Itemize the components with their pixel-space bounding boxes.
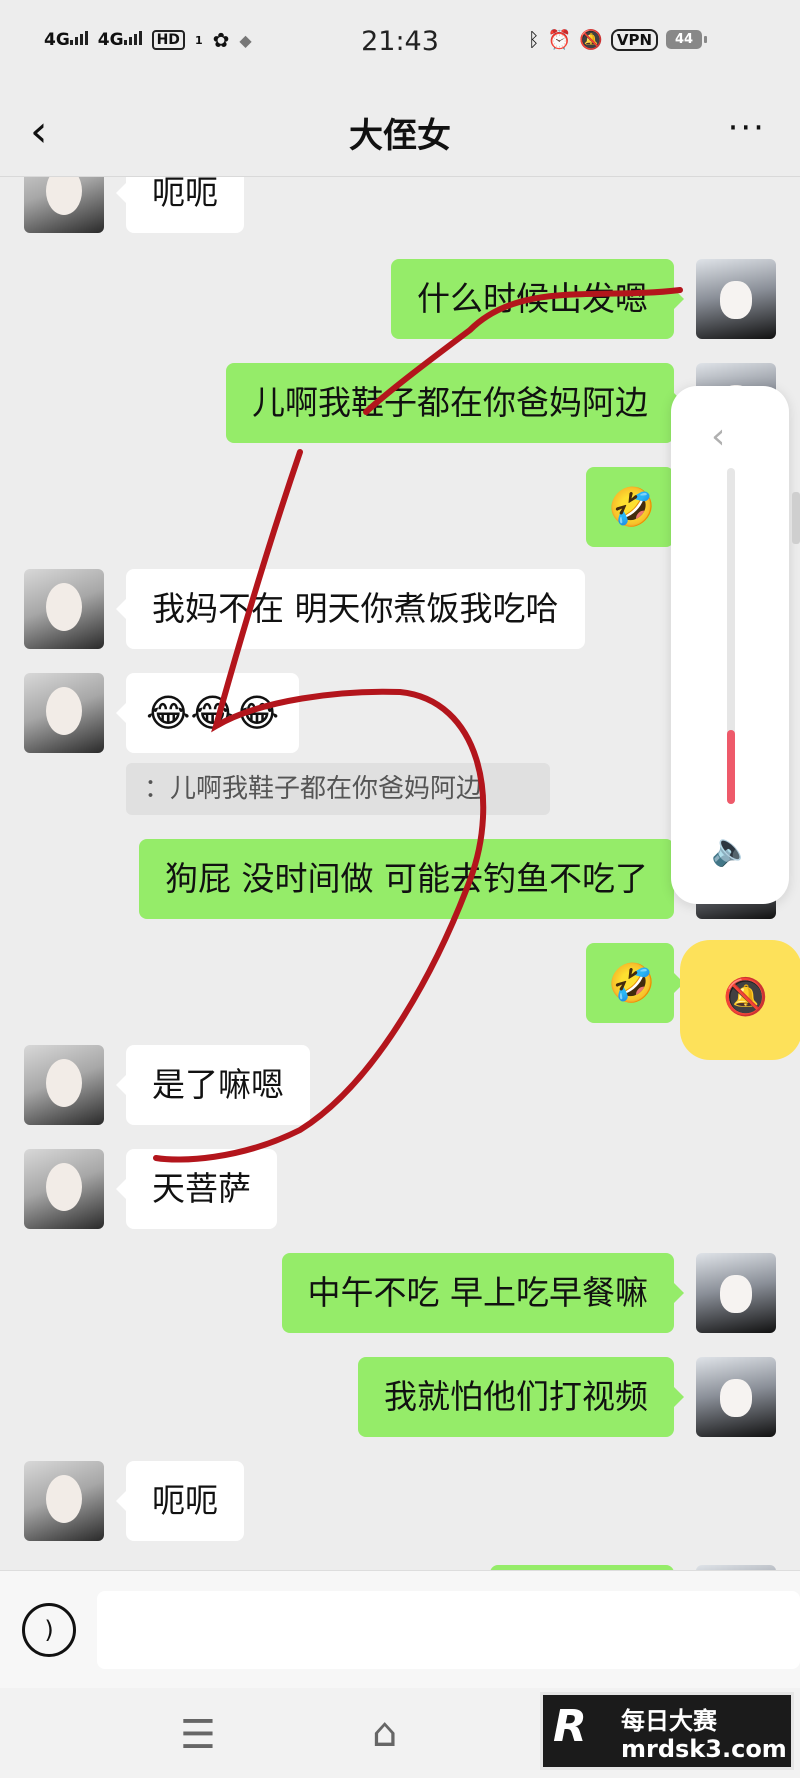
quoted-message[interactable]: ：儿啊我鞋子都在你爸妈阿边 bbox=[126, 763, 550, 815]
message-bubble-outgoing-emoji[interactable]: 🤣 bbox=[586, 943, 684, 1023]
watermark-logo: R 每日大赛 mrdsk3.com bbox=[540, 1692, 794, 1770]
contact-avatar[interactable] bbox=[24, 1149, 104, 1229]
menu-icon[interactable]: ☰ bbox=[180, 1712, 216, 1758]
chat-header: ‹ 大侄女 ··· bbox=[0, 90, 800, 177]
status-right: ᛒ ⏰ 🔕 VPN 44 bbox=[528, 28, 707, 51]
bluetooth-icon: ᛒ bbox=[528, 28, 540, 51]
speaker-icon[interactable]: 🔈 bbox=[711, 830, 751, 868]
home-icon[interactable]: ⌂ bbox=[372, 1710, 397, 1756]
my-avatar[interactable] bbox=[696, 1357, 776, 1437]
message-bubble-incoming[interactable]: 呃呃 bbox=[116, 177, 244, 233]
message-bubble-outgoing[interactable]: 狗屁 没时间做 可能去钓鱼不吃了 bbox=[139, 839, 684, 919]
ringer-mute-button[interactable]: 🔕 bbox=[680, 940, 800, 1060]
message-bubble-incoming[interactable]: 我妈不在 明天你煮饭我吃哈 bbox=[116, 569, 585, 649]
message-bubble-outgoing[interactable]: 我就怕他们打视频 bbox=[358, 1357, 684, 1437]
message-bubble-incoming[interactable]: 是了嘛嗯 bbox=[116, 1045, 310, 1125]
composer-bar: ) bbox=[0, 1570, 800, 1689]
volume-slider[interactable] bbox=[727, 468, 735, 804]
watermark-url: mrdsk3.com bbox=[621, 1735, 787, 1763]
contact-avatar[interactable] bbox=[24, 673, 104, 753]
message-bubble-outgoing[interactable]: 什么时候出发嗯 bbox=[391, 259, 684, 339]
watermark-name: 每日大赛 bbox=[621, 1707, 717, 1735]
volume-slider-fill bbox=[727, 730, 735, 804]
mute-status-icon: 🔕 bbox=[579, 29, 603, 51]
message-bubble-incoming[interactable]: 呃呃 bbox=[116, 1461, 244, 1541]
my-avatar[interactable] bbox=[696, 259, 776, 339]
message-bubble-outgoing-emoji[interactable]: 🤣 bbox=[586, 467, 684, 547]
contact-avatar[interactable] bbox=[24, 1461, 104, 1541]
message-bubble-incoming-emoji[interactable]: 😂😂😂 bbox=[115, 673, 300, 753]
scrollbar[interactable] bbox=[792, 492, 800, 544]
chat-title: 大侄女 bbox=[349, 116, 451, 156]
message-bubble-outgoing[interactable]: 儿啊我鞋子都在你爸妈阿边 bbox=[226, 363, 684, 443]
more-options-icon[interactable]: ··· bbox=[728, 108, 766, 148]
message-bubble-incoming[interactable]: 天菩萨 bbox=[116, 1149, 277, 1229]
my-avatar[interactable] bbox=[696, 1253, 776, 1333]
battery-icon: 44 bbox=[666, 30, 707, 49]
volume-panel: ‹ 🔈 bbox=[671, 386, 789, 904]
collapse-chevron-icon[interactable]: ‹ bbox=[711, 416, 725, 457]
contact-avatar[interactable] bbox=[24, 177, 104, 233]
message-input[interactable] bbox=[97, 1591, 800, 1669]
bell-off-icon: 🔕 bbox=[723, 977, 768, 1018]
voice-input-icon[interactable]: ) bbox=[22, 1603, 76, 1657]
status-bar: 4G 4G HD 1 ✿ ◆ 21:43 ᛒ ⏰ 🔕 VPN 44 bbox=[0, 0, 800, 90]
watermark-logo-mark: R bbox=[553, 1701, 587, 1752]
contact-avatar[interactable] bbox=[24, 569, 104, 649]
message-bubble-outgoing[interactable]: 中午不吃 早上吃早餐嘛 bbox=[281, 1253, 684, 1333]
alarm-icon: ⏰ bbox=[547, 29, 572, 51]
contact-avatar[interactable] bbox=[24, 1045, 104, 1125]
vpn-badge: VPN bbox=[610, 28, 658, 51]
